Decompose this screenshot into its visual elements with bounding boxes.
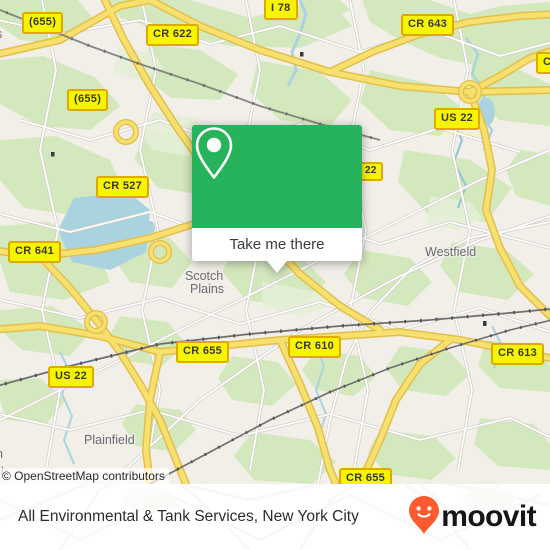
place-label-westfield: Westfield: [425, 245, 477, 259]
route-shield[interactable]: (655): [22, 12, 64, 34]
route-shield[interactable]: (655): [67, 89, 109, 111]
route-shield[interactable]: CR 655: [176, 341, 230, 363]
take-me-there-label: Take me there: [229, 236, 325, 253]
place-label-clipped-left-top: h: [0, 448, 3, 461]
moovit-wordmark: moovit: [441, 500, 536, 533]
route-shield[interactable]: CR 622: [146, 24, 200, 46]
route-shield[interactable]: CR 613: [491, 343, 545, 365]
location-popup-card[interactable]: Take me there: [192, 125, 362, 273]
footer-bar: All Environmental & Tank Services, New Y…: [0, 484, 550, 550]
map-screenshot: (655) CR 622 I 78 CR 643 (655) US 22 CR …: [0, 0, 550, 550]
map-canvas[interactable]: (655) CR 622 I 78 CR 643 (655) US 22 CR …: [0, 0, 550, 484]
route-shield[interactable]: CR 643: [401, 14, 455, 36]
route-shield[interactable]: CR 610: [288, 336, 342, 358]
route-shield[interactable]: I 78: [264, 0, 298, 20]
place-label-clipped-left-upper: s: [0, 28, 2, 41]
route-shield[interactable]: CR: [536, 52, 550, 74]
route-shield[interactable]: CR 641: [8, 241, 62, 263]
moovit-pin-icon: [408, 495, 440, 540]
osm-attribution[interactable]: © OpenStreetMap contributors: [0, 468, 169, 484]
place-label-plainfield: Plainfield: [84, 433, 135, 447]
route-shield[interactable]: 22: [359, 162, 383, 181]
moovit-logo[interactable]: moovit: [408, 495, 537, 540]
footer-title: All Environmental & Tank Services, New Y…: [18, 508, 359, 525]
route-shield[interactable]: US 22: [48, 366, 95, 388]
route-shield[interactable]: US 22: [434, 108, 481, 130]
popup-tail: [267, 261, 287, 273]
place-label-scotch-plains-line2: Plains: [190, 282, 225, 296]
route-shield[interactable]: CR 655: [339, 468, 393, 484]
take-me-there-button[interactable]: Take me there: [192, 228, 362, 261]
route-shield[interactable]: CR 527: [96, 176, 150, 198]
popup-header: [192, 125, 362, 228]
